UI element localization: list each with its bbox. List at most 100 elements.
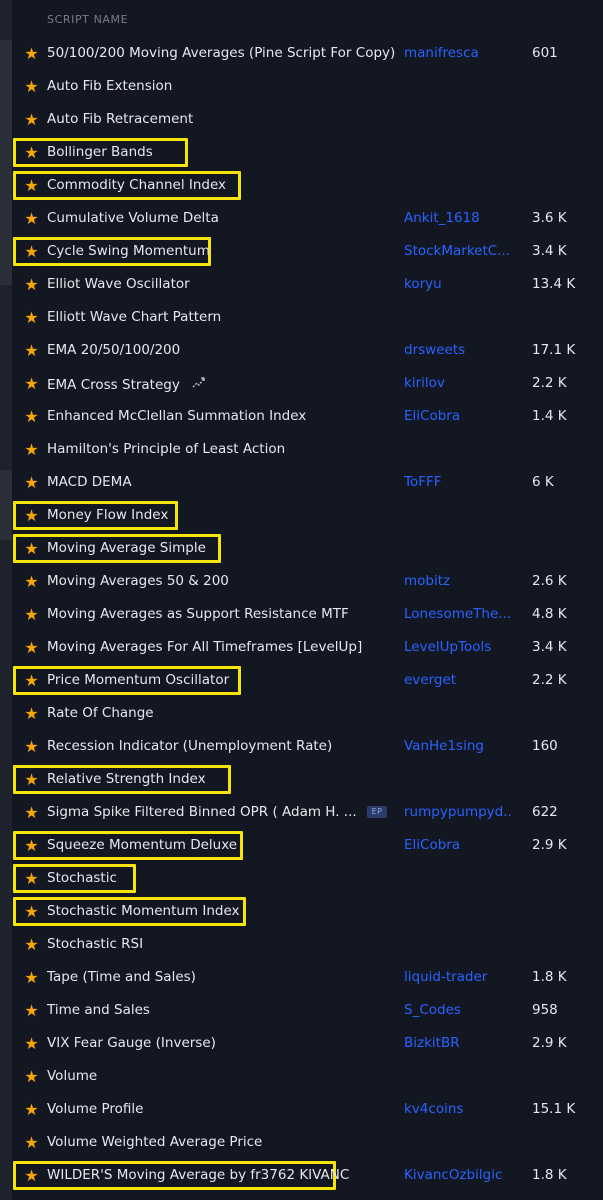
star-icon[interactable]: ★ [23,936,40,953]
likes-count: 622 [532,804,558,820]
list-item[interactable]: ★ Stochastic RSI [0,928,603,961]
star-icon[interactable]: ★ [23,540,40,557]
star-icon[interactable]: ★ [23,771,40,788]
author-link[interactable]: kv4coins [404,1101,512,1118]
star-icon[interactable]: ★ [23,1035,40,1052]
star-icon[interactable]: ★ [23,1068,40,1085]
list-item[interactable]: ★ Money Flow Index [0,499,603,532]
list-item[interactable]: ★ Cumulative Volume Delta Ankit_1618 3.6 K [0,202,603,235]
star-icon[interactable]: ★ [23,111,40,128]
author-link[interactable]: koryu [404,276,512,293]
author-link[interactable]: everget [404,672,512,689]
list-item[interactable]: ★ Moving Averages 50 & 200 mobitz 2.6 K [0,565,603,598]
author-link[interactable]: mobitz [404,573,512,590]
list-item[interactable]: ★ Time and Sales S_Codes 958 [0,994,603,1027]
list-item[interactable]: ★ Relative Strength Index [0,763,603,796]
list-item[interactable]: ★ EMA 20/50/100/200 drsweets 17.1 K [0,334,603,367]
list-item[interactable]: ★ Elliot Wave Oscillator koryu 13.4 K [0,268,603,301]
star-icon[interactable]: ★ [23,1134,40,1151]
list-item[interactable]: ★ Moving Averages as Support Resistance M… [0,598,603,631]
list-item[interactable]: ★ Tape (Time and Sales) liquid-trader 1.8 K [0,961,603,994]
star-icon[interactable]: ★ [23,507,40,524]
likes-count: 160 [532,738,558,754]
script-name-text: Cycle Swing Momentum [47,243,210,259]
list-item[interactable]: ★ Cycle Swing Momentum StockMarketC... 3.4 … [0,235,603,268]
list-item[interactable]: ★ Hamilton's Principle of Least Action [0,433,603,466]
author-link[interactable]: LevelUpTools [404,639,512,656]
list-item[interactable]: ★ Stochastic Momentum Index [0,895,603,928]
author-link[interactable]: EliCobra [404,408,512,425]
list-item[interactable]: ★ Moving Averages For All Timeframes [Lev… [0,631,603,664]
list-item[interactable]: ★ Bollinger Bands [0,136,603,169]
list-item[interactable]: ★ Rate Of Change [0,697,603,730]
list-item[interactable]: ★ Stochastic [0,862,603,895]
list-item[interactable]: ★ Auto Fib Extension [0,70,603,103]
author-link[interactable]: manifresca [404,45,512,62]
star-icon[interactable]: ★ [23,144,40,161]
star-icon[interactable]: ★ [23,606,40,623]
list-item[interactable]: ★ 50/100/200 Moving Averages (Pine Script… [0,37,603,70]
list-item[interactable]: ★ Enhanced McClellan Summation Index EliCo… [0,400,603,433]
list-item[interactable]: ★ EMA Cross Strategy kirilov 2.2 K [0,367,603,400]
likes-count: 2.6 K [532,573,567,589]
star-icon[interactable]: ★ [23,738,40,755]
script-name-text: Money Flow Index [47,507,169,523]
author-link[interactable]: S_Codes [404,1002,512,1019]
star-icon[interactable]: ★ [23,177,40,194]
star-icon[interactable]: ★ [23,672,40,689]
list-item[interactable]: ★ MACD DEMA ToFFF 6 K [0,466,603,499]
script-name-text: Auto Fib Extension [47,78,173,94]
list-item[interactable]: ★ Volume [0,1060,603,1093]
list-item[interactable]: ★ Price Momentum Oscillator everget 2.2 K [0,664,603,697]
author-link[interactable]: rumpypumpyd... [404,804,512,821]
author-link[interactable]: VanHe1sing [404,738,512,755]
star-icon[interactable]: ★ [23,903,40,920]
likes-count: 15.1 K [532,1101,576,1117]
author-link[interactable]: KivancOzbilgic [404,1167,512,1184]
star-icon[interactable]: ★ [23,441,40,458]
list-item[interactable]: ★ Squeeze Momentum Deluxe EliCobra 2.9 K [0,829,603,862]
star-icon[interactable]: ★ [23,1002,40,1019]
star-icon[interactable]: ★ [23,573,40,590]
list-item[interactable]: ★ Elliott Wave Chart Pattern [0,301,603,334]
star-icon[interactable]: ★ [23,342,40,359]
list-item[interactable]: ★ VIX Fear Gauge (Inverse) BizkitBR 2.9 K [0,1027,603,1060]
star-icon[interactable]: ★ [23,639,40,656]
star-icon[interactable]: ★ [23,1167,40,1184]
list-item[interactable]: ★ Volume Weighted Average Price [0,1126,603,1159]
star-icon[interactable]: ★ [23,1101,40,1118]
list-item[interactable]: ★ Recession Indicator (Unemployment Rate)… [0,730,603,763]
star-icon[interactable]: ★ [23,210,40,227]
star-icon[interactable]: ★ [23,375,40,392]
star-icon[interactable]: ★ [23,45,40,62]
list-item[interactable]: ★ Volume Profile kv4coins 15.1 K [0,1093,603,1126]
list-item[interactable]: ★ WILDER'S Moving Average by fr3762 KIVAN… [0,1159,603,1192]
author-link[interactable]: Ankit_1618 [404,210,512,227]
author-link[interactable]: kirilov [404,375,512,392]
author-link[interactable]: ToFFF [404,474,512,491]
author-link[interactable]: EliCobra [404,837,512,854]
list-item[interactable]: ★ Sigma Spike Filtered Binned OPR ( Adam … [0,796,603,829]
author-link[interactable]: liquid-trader [404,969,512,986]
column-header-script-name[interactable]: SCRIPT NAME [47,13,128,26]
author-link[interactable]: drsweets [404,342,512,359]
star-icon[interactable]: ★ [23,870,40,887]
author-link[interactable]: StockMarketC... [404,243,512,260]
likes-count: 3.4 K [532,639,567,655]
list-item[interactable]: ★ Moving Average Simple [0,532,603,565]
star-icon[interactable]: ★ [23,705,40,722]
author-link[interactable]: BizkitBR [404,1035,512,1052]
star-icon[interactable]: ★ [23,78,40,95]
star-icon[interactable]: ★ [23,804,40,821]
star-icon[interactable]: ★ [23,276,40,293]
star-icon[interactable]: ★ [23,969,40,986]
star-icon[interactable]: ★ [23,408,40,425]
list-item[interactable]: ★ Auto Fib Retracement [0,103,603,136]
list-item[interactable]: ★ Commodity Channel Index [0,169,603,202]
author-link[interactable]: LonesomeThe... [404,606,512,623]
star-icon[interactable]: ★ [23,243,40,260]
ep-badge: EP [366,806,388,818]
star-icon[interactable]: ★ [23,474,40,491]
star-icon[interactable]: ★ [23,837,40,854]
star-icon[interactable]: ★ [23,309,40,326]
